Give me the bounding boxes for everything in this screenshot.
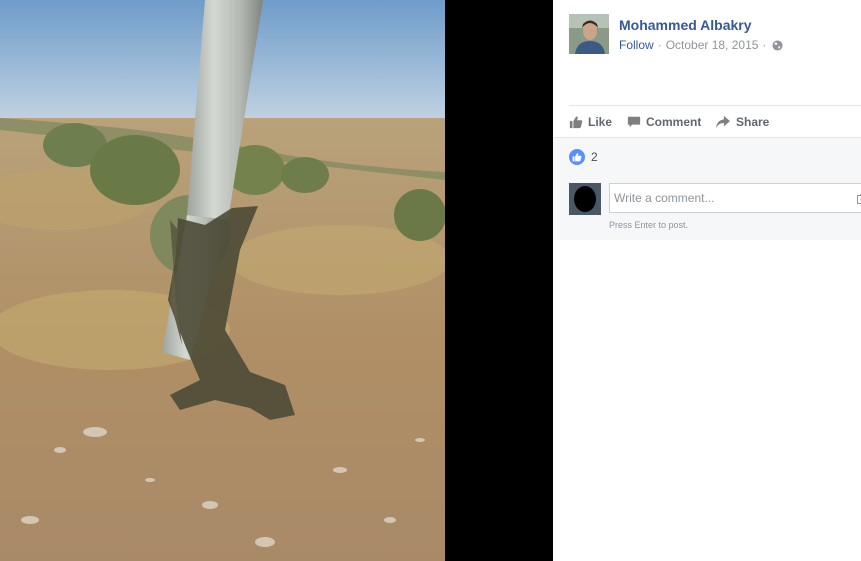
meta-separator: · bbox=[762, 38, 767, 52]
photo-scene bbox=[0, 0, 445, 561]
author-avatar[interactable] bbox=[569, 14, 609, 54]
share-label: Share bbox=[736, 115, 770, 129]
author-name[interactable]: Mohammed Albakry bbox=[619, 17, 752, 33]
thumbs-up-icon bbox=[569, 116, 583, 129]
post-meta: Follow · October 18, 2015 · bbox=[619, 38, 783, 52]
avatar-image bbox=[569, 14, 609, 54]
feedback-area: 2 Press Enter to post. bbox=[553, 137, 861, 240]
comment-input[interactable] bbox=[610, 184, 848, 212]
share-button[interactable]: Share bbox=[715, 114, 769, 130]
photo-viewer bbox=[0, 0, 553, 561]
comment-button[interactable]: Comment bbox=[627, 114, 701, 130]
like-button[interactable]: Like bbox=[569, 114, 612, 130]
like-circle-icon bbox=[569, 149, 585, 165]
camera-icon[interactable] bbox=[857, 192, 861, 210]
follow-link[interactable]: Follow bbox=[619, 38, 654, 52]
globe-icon[interactable] bbox=[772, 39, 783, 51]
comment-icon bbox=[627, 116, 641, 128]
share-icon bbox=[716, 115, 730, 129]
commenter-avatar bbox=[569, 183, 601, 215]
comment-hint: Press Enter to post. bbox=[609, 220, 689, 230]
post-photo[interactable] bbox=[0, 0, 445, 561]
reaction-summary[interactable]: 2 bbox=[569, 149, 598, 165]
post-date[interactable]: October 18, 2015 bbox=[666, 38, 759, 52]
comment-label: Comment bbox=[646, 115, 702, 129]
action-bar: Like Comment Share bbox=[569, 105, 861, 138]
meta-separator: · bbox=[657, 38, 662, 52]
avatar-image bbox=[569, 183, 601, 215]
comment-box bbox=[609, 183, 861, 213]
reaction-count: 2 bbox=[591, 150, 598, 164]
post-side-panel: Mohammed Albakry Follow · October 18, 20… bbox=[553, 0, 861, 561]
like-label: Like bbox=[588, 115, 613, 129]
